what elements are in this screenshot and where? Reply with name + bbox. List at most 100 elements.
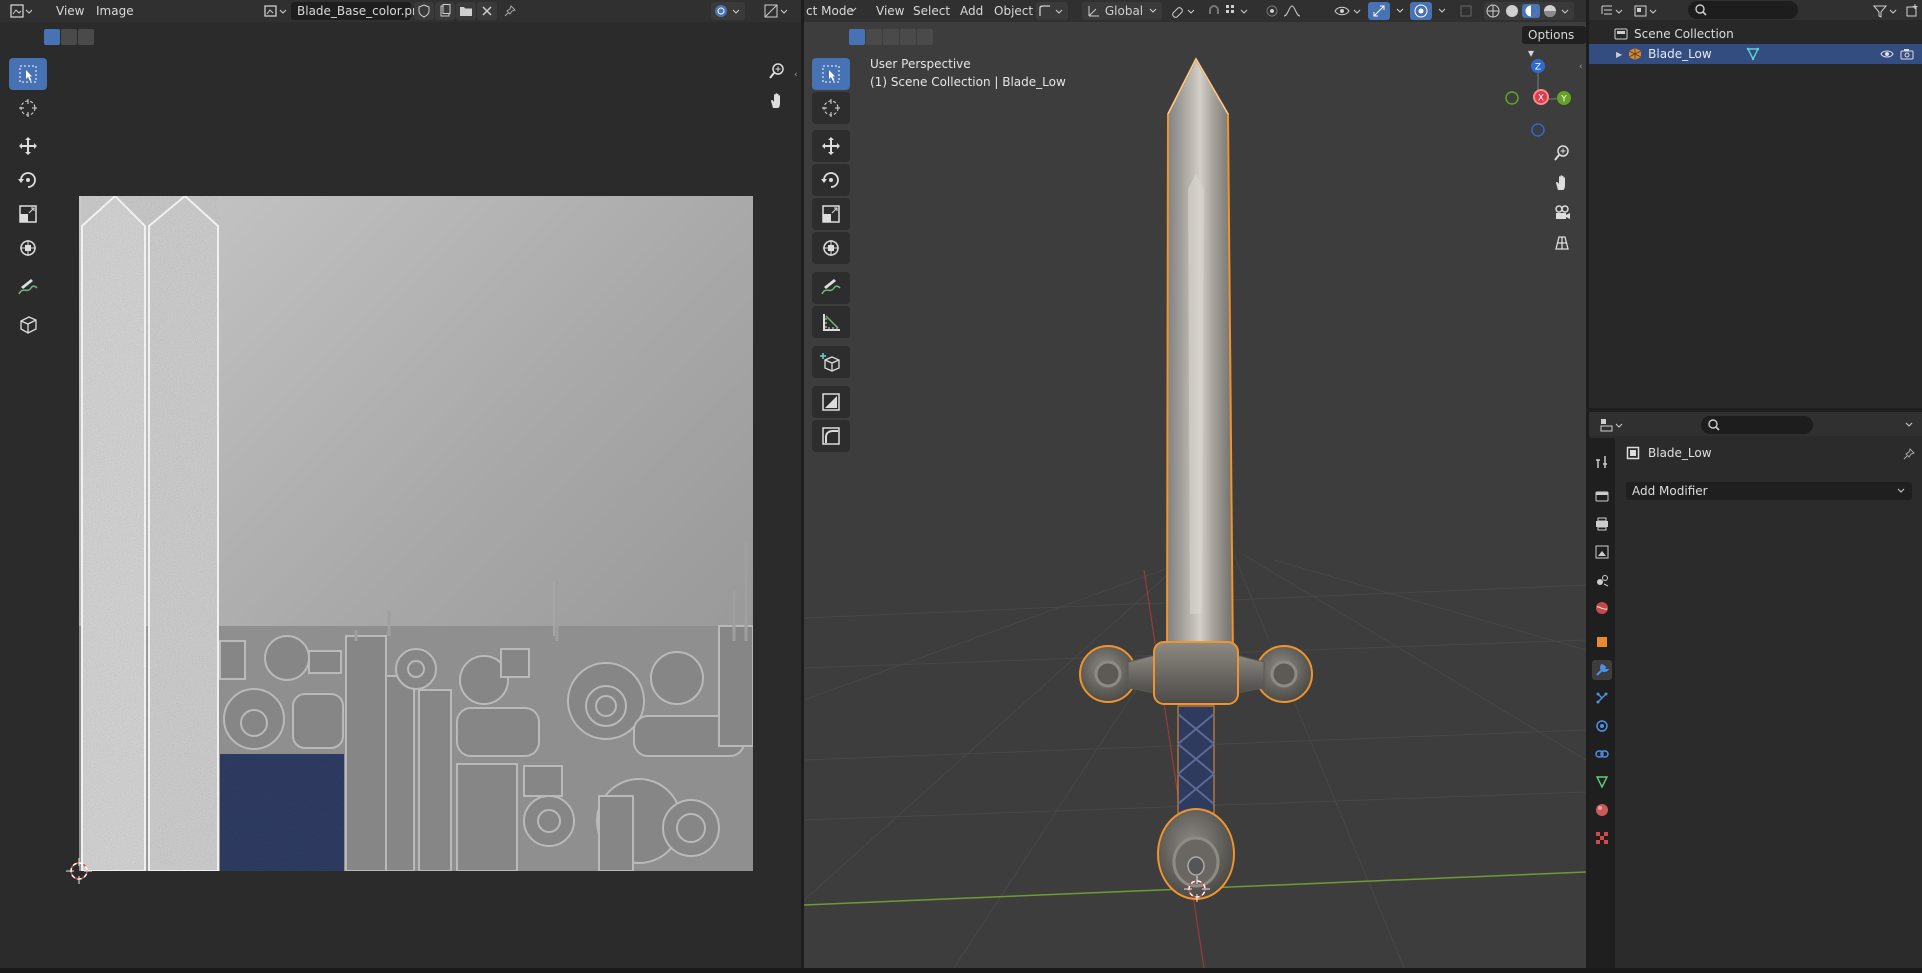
- gizmo-neg-y-axis[interactable]: [1505, 91, 1519, 105]
- editor-type-icon[interactable]: [1599, 2, 1627, 20]
- tab-material[interactable]: [1592, 800, 1612, 820]
- new-image-icon[interactable]: [435, 2, 455, 20]
- filter-icon[interactable]: [1872, 2, 1902, 20]
- transform-tool[interactable]: [9, 232, 47, 264]
- select-mode-subtract[interactable]: [78, 29, 94, 45]
- pan-hand-icon[interactable]: [764, 88, 790, 114]
- select-box-tool[interactable]: [812, 58, 850, 90]
- scene-collection-label: Scene Collection: [1634, 27, 1734, 41]
- camera-view-icon[interactable]: [1549, 200, 1575, 226]
- tab-output[interactable]: [1592, 514, 1612, 534]
- object-name-row: Blade_Low: [1626, 446, 1712, 460]
- tab-particles[interactable]: [1592, 688, 1612, 708]
- sword-mesh-object[interactable]: [1068, 54, 1328, 914]
- mesh-object-icon: [1628, 48, 1642, 60]
- cursor-tool[interactable]: [812, 92, 850, 124]
- 3d-viewport-area[interactable]: ct Mode View Select Add Object Global Op…: [804, 0, 1586, 968]
- display-mode-icon[interactable]: [1633, 2, 1661, 20]
- display-channels-icon[interactable]: [763, 2, 791, 20]
- 2d-cursor-icon[interactable]: [66, 858, 92, 884]
- sidebar-toggle-arrow[interactable]: ‹: [1579, 62, 1583, 72]
- cursor-tool[interactable]: [9, 92, 47, 124]
- rotate-tool[interactable]: [9, 164, 47, 196]
- image-editor-area[interactable]: View Image Blade_Base_color.png ‹: [0, 0, 801, 968]
- chevron-down-icon[interactable]: [1899, 416, 1919, 434]
- annotate-tool[interactable]: [812, 272, 850, 304]
- search-icon: [1708, 419, 1720, 431]
- shear-tool[interactable]: [812, 386, 850, 418]
- overlay-toggle-icon[interactable]: [711, 2, 745, 20]
- object-name-label: Blade_Low: [1648, 446, 1712, 460]
- ortho-grid-icon[interactable]: [1549, 230, 1575, 256]
- move-tool[interactable]: [812, 130, 850, 162]
- unlink-image-icon[interactable]: [477, 2, 497, 20]
- outliner-panel[interactable]: Scene Collection ▶ Blade_Low: [1589, 0, 1922, 408]
- outliner-search-input[interactable]: [1688, 1, 1798, 19]
- uv-texture-image[interactable]: [79, 196, 753, 871]
- sidebar-toggle-arrow[interactable]: ‹: [794, 70, 798, 80]
- bend-tool[interactable]: [812, 420, 850, 452]
- gizmo-x-label: X: [1538, 94, 1544, 104]
- outliner-row-scene-collection[interactable]: Scene Collection: [1589, 24, 1922, 44]
- scale-tool[interactable]: [812, 198, 850, 230]
- pin-icon[interactable]: [1903, 448, 1915, 460]
- add-cube-tool[interactable]: [812, 346, 850, 378]
- tab-view-layer[interactable]: [1592, 542, 1612, 562]
- menu-image[interactable]: Image: [90, 2, 140, 20]
- pin-icon[interactable]: [500, 2, 520, 20]
- tab-constraints[interactable]: [1592, 744, 1612, 764]
- outliner-item-label: Blade_Low: [1648, 47, 1712, 61]
- tab-render[interactable]: [1592, 486, 1612, 506]
- pan-hand-icon[interactable]: [1549, 170, 1575, 196]
- mesh-data-icon[interactable]: [1746, 47, 1760, 61]
- viewport-toolbar: [812, 58, 850, 458]
- search-icon: [1695, 4, 1707, 16]
- view-perspective-label: User Perspective: [870, 57, 971, 71]
- add-modifier-label: Add Modifier: [1632, 484, 1708, 498]
- gizmo-neg-z-axis[interactable]: [1531, 123, 1545, 137]
- disclosure-triangle-icon[interactable]: ▶: [1616, 50, 1622, 59]
- scale-tool[interactable]: [9, 198, 47, 230]
- camera-render-icon[interactable]: [1900, 48, 1914, 60]
- zoom-icon[interactable]: [764, 58, 790, 84]
- image-editor-header: View Image Blade_Base_color.png: [0, 0, 801, 22]
- sample-tool[interactable]: [9, 308, 47, 340]
- tab-physics[interactable]: [1592, 716, 1612, 736]
- tab-object-data[interactable]: [1592, 772, 1612, 792]
- tab-object[interactable]: [1592, 632, 1612, 652]
- rotate-tool[interactable]: [812, 164, 850, 196]
- eye-visibility-icon[interactable]: [1880, 49, 1894, 59]
- open-image-icon[interactable]: [456, 2, 476, 20]
- image-name-field[interactable]: Blade_Base_color.png: [291, 2, 427, 20]
- measure-tool[interactable]: [812, 306, 850, 338]
- annotate-tool[interactable]: [9, 272, 47, 304]
- gizmo-z-label: Z: [1535, 63, 1541, 73]
- zoom-icon[interactable]: [1549, 140, 1575, 166]
- image-browse-icon[interactable]: [262, 2, 290, 20]
- object-square-icon: [1626, 446, 1640, 460]
- select-mode-extend[interactable]: [61, 29, 77, 45]
- select-tool[interactable]: [9, 58, 47, 90]
- select-mode-buttons[interactable]: [44, 29, 94, 47]
- properties-search-input[interactable]: [1701, 416, 1813, 434]
- fake-user-icon[interactable]: [414, 2, 434, 20]
- navigation-gizmo[interactable]: Z Y X: [1484, 56, 1584, 146]
- move-tool[interactable]: [9, 130, 47, 162]
- add-modifier-dropdown[interactable]: Add Modifier: [1626, 482, 1912, 500]
- editor-type-icon[interactable]: [8, 2, 34, 20]
- new-collection-icon[interactable]: [1902, 2, 1922, 20]
- 3d-cursor-icon[interactable]: [1184, 876, 1210, 902]
- tab-modifiers[interactable]: [1592, 660, 1612, 680]
- tab-texture[interactable]: [1592, 828, 1612, 848]
- tab-world[interactable]: [1592, 598, 1612, 618]
- tab-scene[interactable]: [1592, 570, 1612, 590]
- select-mode-new[interactable]: [44, 29, 60, 45]
- outliner-row-blade-low[interactable]: ▶ Blade_Low: [1589, 44, 1922, 64]
- menu-view[interactable]: View: [50, 2, 90, 20]
- editor-type-icon[interactable]: [1599, 416, 1627, 434]
- properties-panel[interactable]: Blade_Low Add Modifier: [1589, 412, 1922, 968]
- gizmo-y-label: Y: [1560, 95, 1567, 105]
- tab-tool[interactable]: [1592, 452, 1612, 472]
- chevron-down-icon: [1897, 488, 1905, 493]
- transform-tool[interactable]: [812, 232, 850, 264]
